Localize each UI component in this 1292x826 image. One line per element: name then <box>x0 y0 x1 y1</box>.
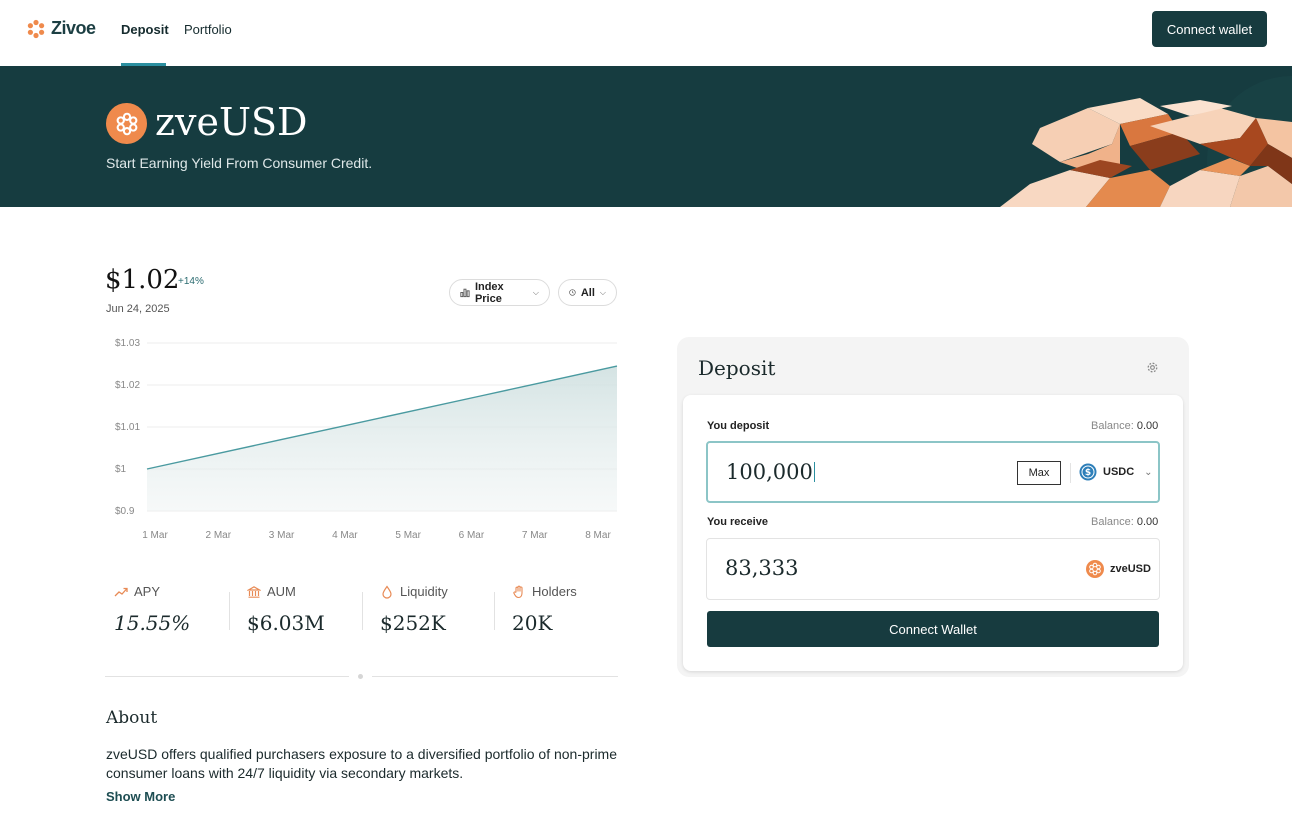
stat-apy: APY 15.55% <box>114 584 190 635</box>
stat-label: Holders <box>532 584 577 599</box>
x-tick-label: 4 Mar <box>332 530 358 541</box>
divider-dot <box>358 674 363 679</box>
nav-deposit[interactable]: Deposit <box>121 22 169 37</box>
metric-selector-label: Index Price <box>474 280 504 305</box>
balance-value: 0.00 <box>1136 420 1159 432</box>
hero-blocks-illustration <box>1000 76 1292 207</box>
stat-divider <box>362 592 363 630</box>
top-nav: Zivoe Deposit Portfolio Connect wallet <box>0 0 1292 66</box>
chart-area-fill <box>147 366 617 511</box>
y-tick-label: $1.02 <box>115 380 140 391</box>
receive-token: zveUSD <box>1086 560 1151 578</box>
hero-subtitle: Start Earning Yield From Consumer Credit… <box>106 155 373 171</box>
bar-chart-icon <box>460 288 470 298</box>
chevron-down-icon: ⌄ <box>1144 466 1153 478</box>
deposit-title: Deposit <box>698 356 776 380</box>
y-tick-label: $0.9 <box>115 506 135 517</box>
max-button[interactable]: Max <box>1017 461 1061 485</box>
y-tick-label: $1.03 <box>115 338 140 349</box>
stat-value: $252K <box>380 611 446 635</box>
stat-value: 15.55% <box>114 611 191 635</box>
gear-icon[interactable] <box>1146 361 1159 374</box>
zveusd-token-icon <box>106 103 147 144</box>
brand-name: Zivoe <box>51 18 96 38</box>
deposit-amount-input[interactable]: 100,000 Max $ USDC ⌄ <box>706 441 1160 503</box>
zivoe-logo[interactable]: Zivoe <box>26 18 96 39</box>
balance-value: 0.00 <box>1136 516 1159 528</box>
show-more-link[interactable]: Show More <box>106 789 175 804</box>
you-receive-label: You receive <box>707 516 768 528</box>
receive-balance: Balance: 0.00 <box>1091 516 1158 528</box>
price-change-badge: +14% <box>178 276 204 287</box>
deposit-balance: Balance: 0.00 <box>1091 420 1158 432</box>
stat-aum: AUM $6.03M <box>247 584 325 635</box>
metric-selector[interactable]: Index Price ⌵ <box>449 279 550 306</box>
svg-text:$: $ <box>1085 468 1091 478</box>
token-separator <box>1070 463 1071 483</box>
deposit-amount-value: 100,000 <box>726 460 813 484</box>
x-tick-label: 3 Mar <box>269 530 295 541</box>
clock-icon <box>569 289 576 296</box>
zivoe-logo-icon <box>27 19 45 38</box>
receive-token-label: zveUSD <box>1110 563 1151 575</box>
index-price: $1.02 <box>105 265 180 295</box>
drop-icon <box>382 584 392 599</box>
section-divider <box>105 676 349 677</box>
range-selector[interactable]: All ⌵ <box>558 279 617 306</box>
about-text: zveUSD offers qualified purchasers expos… <box>106 746 617 781</box>
hero-title: zveUSD <box>155 100 308 144</box>
stat-divider <box>229 592 230 630</box>
x-tick-label: 6 Mar <box>459 530 485 541</box>
stat-value: 20K <box>512 611 553 635</box>
chevron-down-icon: ⌵ <box>532 287 539 297</box>
chevron-down-icon: ⌵ <box>599 287 606 297</box>
price-date: Jun 24, 2025 <box>106 303 170 315</box>
connect-wallet-button[interactable]: Connect wallet <box>1152 11 1267 47</box>
bank-icon <box>247 585 261 598</box>
hand-icon <box>513 585 523 598</box>
price-chart[interactable]: $0.9 $1 $1.01 $1.02 $1.03 1 Mar 2 Mar 3 Mar 4 M… <box>105 332 625 547</box>
deposit-token-selector[interactable]: $ USDC ⌄ <box>1079 463 1153 481</box>
zveusd-icon <box>1086 560 1104 578</box>
stat-value: $6.03M <box>247 611 325 635</box>
x-tick-label: 7 Mar <box>522 530 548 541</box>
stat-label: APY <box>134 584 161 599</box>
stat-label: Liquidity <box>400 584 448 599</box>
usdc-icon: $ <box>1079 463 1097 481</box>
hero-banner: zveUSD Start Earning Yield From Consumer… <box>0 66 1292 207</box>
receive-amount: 83,333 <box>725 556 799 580</box>
stat-holders: Holders 20K <box>512 584 577 635</box>
stat-label: AUM <box>267 584 296 599</box>
nav-portfolio[interactable]: Portfolio <box>184 22 232 37</box>
deposit-amount[interactable]: 100,000 <box>726 460 816 484</box>
balance-label: Balance: <box>1091 420 1134 432</box>
about-title: About <box>106 708 158 728</box>
x-tick-label: 1 Mar <box>142 530 168 541</box>
connect-wallet-submit-button[interactable]: Connect Wallet <box>707 611 1159 647</box>
you-deposit-label: You deposit <box>707 420 770 432</box>
trend-up-icon <box>114 587 128 596</box>
range-selector-label: All <box>580 286 595 299</box>
stat-divider <box>494 592 495 630</box>
y-tick-label: $1 <box>115 464 127 475</box>
y-tick-label: $1.01 <box>115 422 140 433</box>
deposit-token-label: USDC <box>1103 466 1135 478</box>
stat-liquidity: Liquidity $252K <box>380 584 448 635</box>
x-tick-label: 5 Mar <box>395 530 421 541</box>
section-divider <box>372 676 618 677</box>
x-tick-label: 2 Mar <box>206 530 232 541</box>
receive-amount-field: 83,333 zveUSD <box>706 538 1160 600</box>
balance-label: Balance: <box>1091 516 1134 528</box>
x-tick-label: 8 Mar <box>585 530 611 541</box>
text-caret <box>813 462 816 482</box>
